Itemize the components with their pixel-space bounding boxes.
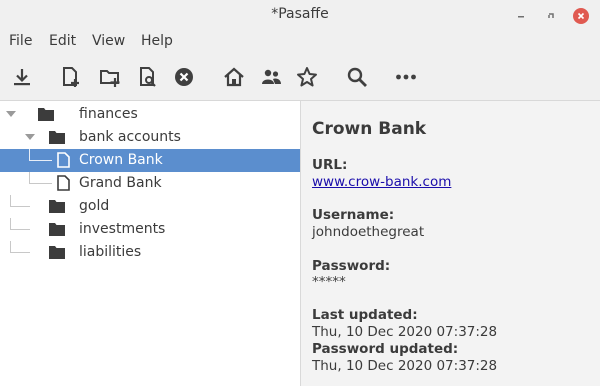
expander-icon[interactable] (25, 134, 35, 140)
menu-edit[interactable]: Edit (49, 33, 76, 49)
tree-guide-line (10, 195, 11, 206)
new-folder-icon[interactable] (96, 63, 124, 91)
minimize-icon[interactable] (513, 8, 529, 24)
edit-entry-icon[interactable] (134, 63, 162, 91)
title-bar: *Pasaffe (0, 0, 600, 30)
tree-guide-line (29, 149, 30, 160)
password-updated-value: Thu, 10 Dec 2020 07:37:28 (312, 358, 498, 374)
app-window: *Pasaffe File Edit View Help finances ba… (0, 0, 600, 386)
folder-icon (38, 108, 54, 121)
close-window-icon[interactable] (573, 8, 589, 24)
home-icon[interactable] (220, 63, 248, 91)
expander-icon[interactable] (6, 111, 16, 117)
tree-guide-line (10, 252, 30, 253)
password-value[interactable]: ***** (312, 274, 346, 290)
url-label: URL: (312, 157, 348, 173)
username-label: Username: (312, 207, 395, 223)
tree-item-label: finances (79, 106, 138, 122)
tree-guide-line (29, 160, 52, 161)
folder-icon (49, 246, 65, 259)
tree-item-label: Grand Bank (79, 175, 162, 191)
tree-guide-line (29, 183, 52, 184)
password-updated-label: Password updated: (312, 341, 459, 357)
delete-icon[interactable] (170, 63, 198, 91)
last-updated-label: Last updated: (312, 307, 418, 323)
menu-view[interactable]: View (92, 33, 125, 49)
toolbar (0, 56, 600, 98)
tree-item-label: liabilities (79, 244, 142, 260)
tree-item-label: gold (79, 198, 110, 214)
folder-icon (49, 200, 65, 213)
new-entry-icon[interactable] (57, 63, 85, 91)
url-link[interactable]: www.crow-bank.com (312, 174, 451, 190)
star-icon[interactable] (293, 63, 321, 91)
tree-item-investments[interactable]: investments (0, 218, 300, 241)
tree-item-label: investments (79, 221, 166, 237)
search-icon[interactable] (343, 63, 371, 91)
window-title: *Pasaffe (271, 6, 329, 22)
entry-details: Crown Bank URL: www.crow-bank.com Userna… (301, 101, 600, 386)
tree-item-finances[interactable]: finances (0, 103, 300, 126)
document-icon (57, 152, 70, 168)
folder-icon (49, 223, 65, 236)
document-icon (57, 175, 70, 191)
username-value: johndoethegreat (312, 224, 425, 240)
password-label: Password: (312, 258, 391, 274)
tree-guide-line (10, 218, 11, 229)
download-icon[interactable] (8, 63, 36, 91)
tree-item-label: Crown Bank (79, 152, 163, 168)
tree-guide-line (10, 241, 11, 252)
maximize-icon[interactable] (543, 8, 559, 24)
tree-guide-line (10, 206, 30, 207)
last-updated-value: Thu, 10 Dec 2020 07:37:28 (312, 324, 498, 340)
menu-help[interactable]: Help (141, 33, 173, 49)
tree-guide-line (10, 229, 30, 230)
tree-item-gold[interactable]: gold (0, 195, 300, 218)
folder-icon (49, 131, 65, 144)
entry-title: Crown Bank (312, 119, 427, 139)
tree-item-grand-bank[interactable]: Grand Bank (0, 172, 300, 195)
tree-item-crown-bank[interactable]: Crown Bank (0, 149, 300, 172)
tree-item-label: bank accounts (79, 129, 181, 145)
tree-guide-line (29, 172, 30, 183)
users-icon[interactable] (257, 63, 285, 91)
tree-item-liabilities[interactable]: liabilities (0, 241, 300, 264)
tree-item-bank-accounts[interactable]: bank accounts (0, 126, 300, 149)
entry-tree[interactable]: finances bank accounts Crown Bank Grand … (0, 101, 300, 386)
more-icon[interactable] (392, 63, 420, 91)
menu-bar: File Edit View Help (0, 31, 600, 53)
menu-file[interactable]: File (9, 33, 32, 49)
